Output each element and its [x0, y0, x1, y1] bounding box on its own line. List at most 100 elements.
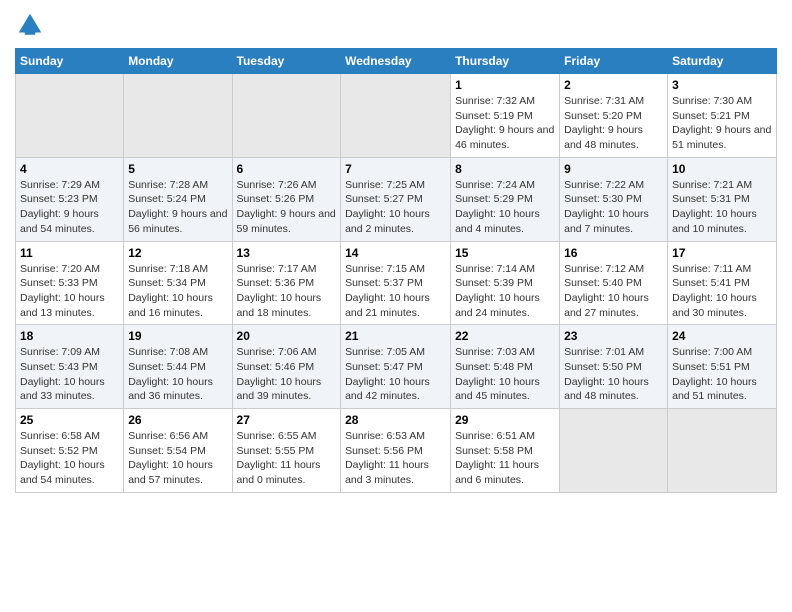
day-detail: Sunrise: 6:53 AM Sunset: 5:56 PM Dayligh… [345, 429, 446, 488]
calendar-cell [341, 74, 451, 158]
week-row-1: 1 Sunrise: 7:32 AM Sunset: 5:19 PM Daylig… [16, 74, 777, 158]
calendar-cell: 21Sunrise: 7:05 AM Sunset: 5:47 PM Dayli… [341, 325, 451, 409]
calendar-cell: 3 Sunrise: 7:30 AM Sunset: 5:21 PM Daylig… [668, 74, 777, 158]
day-number: 8 [455, 162, 555, 176]
day-number: 11 [20, 246, 119, 260]
day-detail: Sunrise: 7:15 AM Sunset: 5:37 PM Dayligh… [345, 262, 446, 321]
calendar-cell: 27 Sunrise: 6:55 AM Sunset: 5:55 PM Dayli… [232, 409, 341, 493]
day-detail: Sunrise: 7:21 AM Sunset: 5:31 PM Dayligh… [672, 178, 772, 237]
day-detail: Sunrise: 7:32 AM Sunset: 5:19 PM Dayligh… [455, 94, 555, 153]
calendar-cell: 11 Sunrise: 7:20 AM Sunset: 5:33 PM Dayli… [16, 241, 124, 325]
day-detail: Sunrise: 6:51 AM Sunset: 5:58 PM Dayligh… [455, 429, 555, 488]
day-number: 28 [345, 413, 446, 427]
day-number: 23 [564, 329, 663, 343]
calendar-cell: 14 Sunrise: 7:15 AM Sunset: 5:37 PM Dayli… [341, 241, 451, 325]
page-header [15, 10, 777, 40]
day-number: 5 [128, 162, 227, 176]
day-detail: Sunrise: 7:24 AM Sunset: 5:29 PM Dayligh… [455, 178, 555, 237]
day-number: 17 [672, 246, 772, 260]
col-header-sunday: Sunday [16, 49, 124, 74]
day-number: 10 [672, 162, 772, 176]
calendar-cell [668, 409, 777, 493]
day-number: 24 [672, 329, 772, 343]
day-number: 21 [345, 329, 446, 343]
calendar-cell: 26Sunrise: 6:56 AM Sunset: 5:54 PM Dayli… [124, 409, 232, 493]
calendar-cell: 10 Sunrise: 7:21 AM Sunset: 5:31 PM Dayli… [668, 157, 777, 241]
logo-icon [15, 10, 45, 40]
week-row-4: 18 Sunrise: 7:09 AM Sunset: 5:43 PM Dayli… [16, 325, 777, 409]
day-number: 2 [564, 78, 663, 92]
calendar-cell: 18 Sunrise: 7:09 AM Sunset: 5:43 PM Dayli… [16, 325, 124, 409]
day-detail: Sunrise: 7:29 AM Sunset: 5:23 PM Dayligh… [20, 178, 119, 237]
day-detail: Sunrise: 6:58 AM Sunset: 5:52 PM Dayligh… [20, 429, 119, 488]
calendar-cell: 15 Sunrise: 7:14 AM Sunset: 5:39 PM Dayli… [451, 241, 560, 325]
day-number: 13 [237, 246, 337, 260]
week-row-5: 25 Sunrise: 6:58 AM Sunset: 5:52 PM Dayli… [16, 409, 777, 493]
calendar-table: SundayMondayTuesdayWednesdayThursdayFrid… [15, 48, 777, 493]
day-detail: Sunrise: 6:55 AM Sunset: 5:55 PM Dayligh… [237, 429, 337, 488]
day-detail: Sunrise: 7:20 AM Sunset: 5:33 PM Dayligh… [20, 262, 119, 321]
calendar-cell: 6Sunrise: 7:26 AM Sunset: 5:26 PM Daylig… [232, 157, 341, 241]
day-detail: Sunrise: 7:17 AM Sunset: 5:36 PM Dayligh… [237, 262, 337, 321]
day-detail: Sunrise: 7:31 AM Sunset: 5:20 PM Dayligh… [564, 94, 663, 153]
calendar-cell: 24 Sunrise: 7:00 AM Sunset: 5:51 PM Dayli… [668, 325, 777, 409]
day-number: 27 [237, 413, 337, 427]
day-detail: Sunrise: 7:14 AM Sunset: 5:39 PM Dayligh… [455, 262, 555, 321]
col-header-saturday: Saturday [668, 49, 777, 74]
calendar-cell: 7 Sunrise: 7:25 AM Sunset: 5:27 PM Daylig… [341, 157, 451, 241]
day-number: 7 [345, 162, 446, 176]
day-number: 25 [20, 413, 119, 427]
day-detail: Sunrise: 7:08 AM Sunset: 5:44 PM Dayligh… [128, 345, 227, 404]
day-detail: Sunrise: 7:28 AM Sunset: 5:24 PM Dayligh… [128, 178, 227, 237]
calendar-cell: 29 Sunrise: 6:51 AM Sunset: 5:58 PM Dayli… [451, 409, 560, 493]
calendar-cell: 13 Sunrise: 7:17 AM Sunset: 5:36 PM Dayli… [232, 241, 341, 325]
calendar-cell [232, 74, 341, 158]
col-header-tuesday: Tuesday [232, 49, 341, 74]
week-row-3: 11 Sunrise: 7:20 AM Sunset: 5:33 PM Dayli… [16, 241, 777, 325]
day-detail: Sunrise: 7:09 AM Sunset: 5:43 PM Dayligh… [20, 345, 119, 404]
day-detail: Sunrise: 7:01 AM Sunset: 5:50 PM Dayligh… [564, 345, 663, 404]
day-detail: Sunrise: 7:22 AM Sunset: 5:30 PM Dayligh… [564, 178, 663, 237]
day-number: 4 [20, 162, 119, 176]
day-detail: Sunrise: 7:00 AM Sunset: 5:51 PM Dayligh… [672, 345, 772, 404]
day-detail: Sunrise: 7:11 AM Sunset: 5:41 PM Dayligh… [672, 262, 772, 321]
calendar-cell: 9 Sunrise: 7:22 AM Sunset: 5:30 PM Daylig… [560, 157, 668, 241]
day-detail: Sunrise: 6:56 AM Sunset: 5:54 PM Dayligh… [128, 429, 227, 488]
calendar-cell: 22 Sunrise: 7:03 AM Sunset: 5:48 PM Dayli… [451, 325, 560, 409]
col-header-wednesday: Wednesday [341, 49, 451, 74]
calendar-cell [124, 74, 232, 158]
day-number: 19 [128, 329, 227, 343]
day-detail: Sunrise: 7:30 AM Sunset: 5:21 PM Dayligh… [672, 94, 772, 153]
week-row-2: 4 Sunrise: 7:29 AM Sunset: 5:23 PM Daylig… [16, 157, 777, 241]
calendar-cell [560, 409, 668, 493]
calendar-cell: 12 Sunrise: 7:18 AM Sunset: 5:34 PM Dayli… [124, 241, 232, 325]
day-detail: Sunrise: 7:06 AM Sunset: 5:46 PM Dayligh… [237, 345, 337, 404]
calendar-cell: 8 Sunrise: 7:24 AM Sunset: 5:29 PM Daylig… [451, 157, 560, 241]
day-detail: Sunrise: 7:12 AM Sunset: 5:40 PM Dayligh… [564, 262, 663, 321]
calendar-cell: 4 Sunrise: 7:29 AM Sunset: 5:23 PM Daylig… [16, 157, 124, 241]
calendar-cell: 25 Sunrise: 6:58 AM Sunset: 5:52 PM Dayli… [16, 409, 124, 493]
day-detail: Sunrise: 7:25 AM Sunset: 5:27 PM Dayligh… [345, 178, 446, 237]
calendar-cell: 28 Sunrise: 6:53 AM Sunset: 5:56 PM Dayli… [341, 409, 451, 493]
calendar-cell: 1 Sunrise: 7:32 AM Sunset: 5:19 PM Daylig… [451, 74, 560, 158]
calendar-cell: 19 Sunrise: 7:08 AM Sunset: 5:44 PM Dayli… [124, 325, 232, 409]
day-number: 29 [455, 413, 555, 427]
day-number: 14 [345, 246, 446, 260]
col-header-friday: Friday [560, 49, 668, 74]
col-header-monday: Monday [124, 49, 232, 74]
day-number: 22 [455, 329, 555, 343]
day-number: 12 [128, 246, 227, 260]
day-number: 15 [455, 246, 555, 260]
day-number: 1 [455, 78, 555, 92]
day-number: 20 [237, 329, 337, 343]
day-number: 3 [672, 78, 772, 92]
calendar-cell: 20 Sunrise: 7:06 AM Sunset: 5:46 PM Dayli… [232, 325, 341, 409]
calendar-cell: 5 Sunrise: 7:28 AM Sunset: 5:24 PM Daylig… [124, 157, 232, 241]
calendar-cell [16, 74, 124, 158]
calendar-cell: 17 Sunrise: 7:11 AM Sunset: 5:41 PM Dayli… [668, 241, 777, 325]
day-number: 18 [20, 329, 119, 343]
day-detail: Sunrise: 7:03 AM Sunset: 5:48 PM Dayligh… [455, 345, 555, 404]
day-number: 6 [237, 162, 337, 176]
day-number: 9 [564, 162, 663, 176]
day-detail: Sunrise: 7:18 AM Sunset: 5:34 PM Dayligh… [128, 262, 227, 321]
